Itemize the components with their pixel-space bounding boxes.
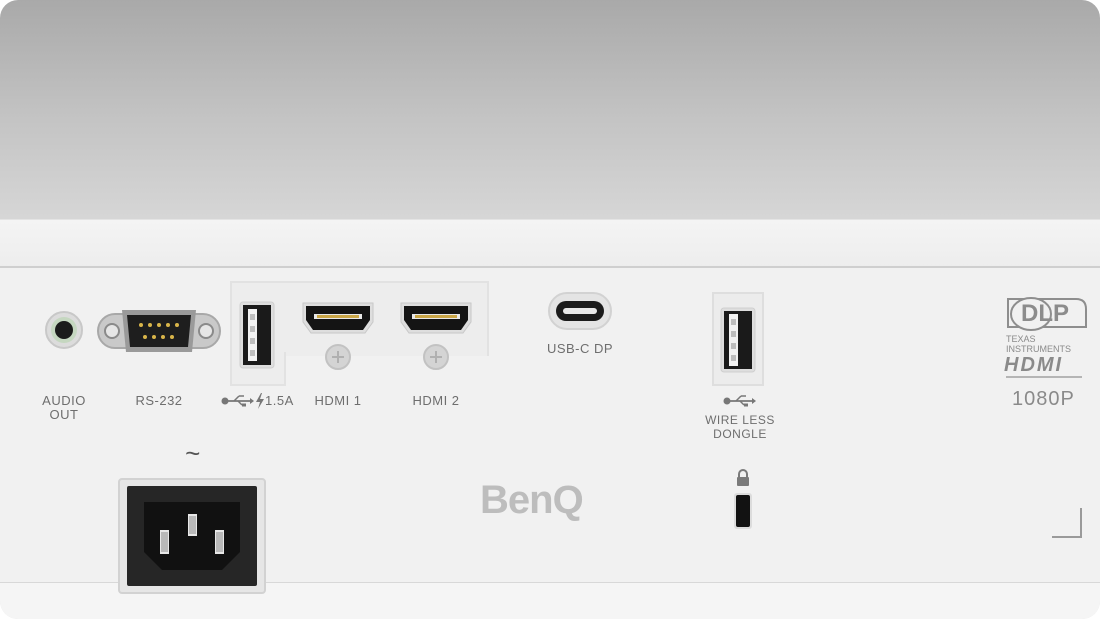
usb-a-icon[interactable] bbox=[712, 292, 764, 386]
texas-instruments-text: TEXAS INSTRUMENTS bbox=[1006, 334, 1071, 354]
screw-icon bbox=[325, 344, 351, 370]
kensington-slot-icon[interactable] bbox=[733, 492, 753, 530]
usb-symbol-icon bbox=[723, 395, 756, 407]
hdmi-logo: HDMI bbox=[1004, 354, 1064, 376]
usb-power-label: 1.5A bbox=[265, 393, 294, 408]
audio-jack-icon[interactable] bbox=[44, 310, 84, 350]
hdmi1-label: HDMI 1 bbox=[314, 393, 362, 408]
top-shell bbox=[0, 219, 1100, 268]
power-socket-icon[interactable] bbox=[118, 478, 266, 594]
audio-out-label: AUDIO OUT bbox=[42, 393, 86, 422]
dlp-logo-text: DLP bbox=[1021, 300, 1069, 327]
wireless-dongle-label: WIRE LESS DONGLE bbox=[705, 413, 775, 441]
usb-c-port-icon[interactable] bbox=[547, 291, 613, 331]
screw-icon bbox=[423, 344, 449, 370]
serial-port-icon[interactable] bbox=[96, 306, 222, 356]
ac-symbol: ~ bbox=[185, 438, 201, 468]
projector-rear-photo: AUDIO OUT RS-232 1.5A HDMI 1 HDMI 2 USB-… bbox=[0, 0, 1100, 619]
hdmi-logo-underline bbox=[1006, 376, 1082, 378]
usb-a-icon[interactable] bbox=[238, 300, 276, 370]
hdmi2-label: HDMI 2 bbox=[412, 393, 460, 408]
rs232-label: RS-232 bbox=[135, 393, 183, 408]
lightning-icon bbox=[256, 393, 264, 409]
usb-symbol-icon bbox=[221, 395, 254, 407]
resolution-label: 1080P bbox=[1012, 388, 1075, 410]
corner-mark bbox=[1052, 508, 1082, 538]
usbc-label: USB-C DP bbox=[546, 341, 614, 356]
hdmi-port-icon[interactable] bbox=[398, 300, 474, 338]
hdmi-port-icon[interactable] bbox=[300, 300, 376, 338]
lock-icon bbox=[737, 469, 749, 486]
brand-logo: BenQ bbox=[480, 478, 584, 522]
